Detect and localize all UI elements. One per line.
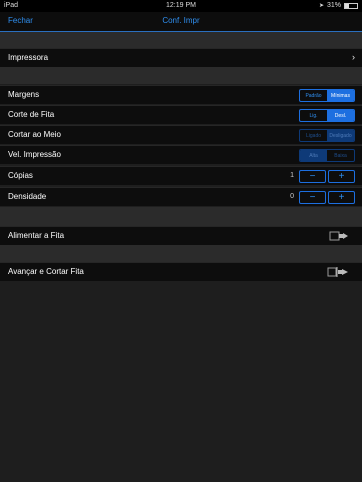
battery-percent: 31% xyxy=(326,2,341,9)
cut-tape-option-off[interactable]: Desl. xyxy=(327,110,354,121)
print-speed-option-high: Alta xyxy=(300,150,327,161)
half-cut-option-off: Desligado xyxy=(327,130,354,141)
location-icon: ➤ xyxy=(318,3,324,9)
page-title: Conf. Impr xyxy=(162,16,200,25)
half-cut-option-on: Ligado xyxy=(305,132,321,139)
half-cut-segmented-control: Ligado Desligado xyxy=(299,129,355,142)
density-label: Densidade xyxy=(8,192,47,201)
section-separator xyxy=(0,32,362,49)
print-speed-row: Vel. Impressão Alta Baixa xyxy=(0,145,362,164)
status-bar: iPad 12:19 PM ➤ 31% xyxy=(0,0,362,12)
print-speed-label: Vel. Impressão xyxy=(8,150,61,159)
density-increment-button[interactable]: + xyxy=(328,191,355,204)
copies-stepper[interactable]: − + xyxy=(299,170,355,183)
feed-tape-row[interactable]: Alimentar a Fita xyxy=(0,226,362,245)
cut-tape-option-on[interactable]: Lig. xyxy=(300,110,327,121)
section-separator xyxy=(0,245,362,262)
print-speed-segmented-control: Alta Baixa xyxy=(299,149,355,162)
status-right: ➤ 31% xyxy=(319,2,358,9)
margins-segmented-control[interactable]: Padrão Mínimas xyxy=(299,89,355,102)
margins-label: Margens xyxy=(8,90,40,99)
navigation-bar: Fechar Conf. Impr xyxy=(0,12,362,32)
print-speed-option-low: Baixa xyxy=(334,152,347,159)
half-cut-label: Cortar ao Meio xyxy=(8,130,61,139)
margins-option-standard[interactable]: Padrão xyxy=(300,90,327,101)
clock: 12:19 PM xyxy=(166,2,196,9)
half-cut-row: Cortar ao Meio Ligado Desligado xyxy=(0,125,362,144)
feed-tape-label: Alimentar a Fita xyxy=(8,231,65,240)
feed-cut-tape-label: Avançar e Cortar Fita xyxy=(8,267,84,276)
battery-icon xyxy=(344,2,358,9)
section-separator xyxy=(0,67,362,84)
copies-row: Cópias 1 − + xyxy=(0,166,362,185)
printer-label: Impressora xyxy=(8,53,49,62)
copies-decrement-button[interactable]: − xyxy=(299,170,326,183)
copies-value: 1 xyxy=(290,172,294,179)
margins-row: Margens Padrão Mínimas xyxy=(0,85,362,104)
cut-tape-segmented-control[interactable]: Lig. Desl. xyxy=(299,109,355,122)
cut-tape-label: Corte de Fita xyxy=(8,110,55,119)
printer-row[interactable]: Impressora › xyxy=(0,48,362,67)
density-value: 0 xyxy=(290,193,294,200)
margins-option-minimum[interactable]: Mínimas xyxy=(327,90,354,101)
chevron-right-icon: › xyxy=(352,52,355,62)
density-stepper[interactable]: − + xyxy=(299,191,355,204)
copies-increment-button[interactable]: + xyxy=(328,170,355,183)
cut-tape-row: Corte de Fita Lig. Desl. xyxy=(0,105,362,124)
feed-cut-icon xyxy=(327,267,348,277)
density-row: Densidade 0 − + xyxy=(0,187,362,206)
feed-tape-icon xyxy=(329,231,348,241)
density-decrement-button[interactable]: − xyxy=(299,191,326,204)
section-separator xyxy=(0,207,362,226)
copies-label: Cópias xyxy=(8,171,33,180)
feed-cut-tape-row[interactable]: Avançar e Cortar Fita xyxy=(0,262,362,281)
